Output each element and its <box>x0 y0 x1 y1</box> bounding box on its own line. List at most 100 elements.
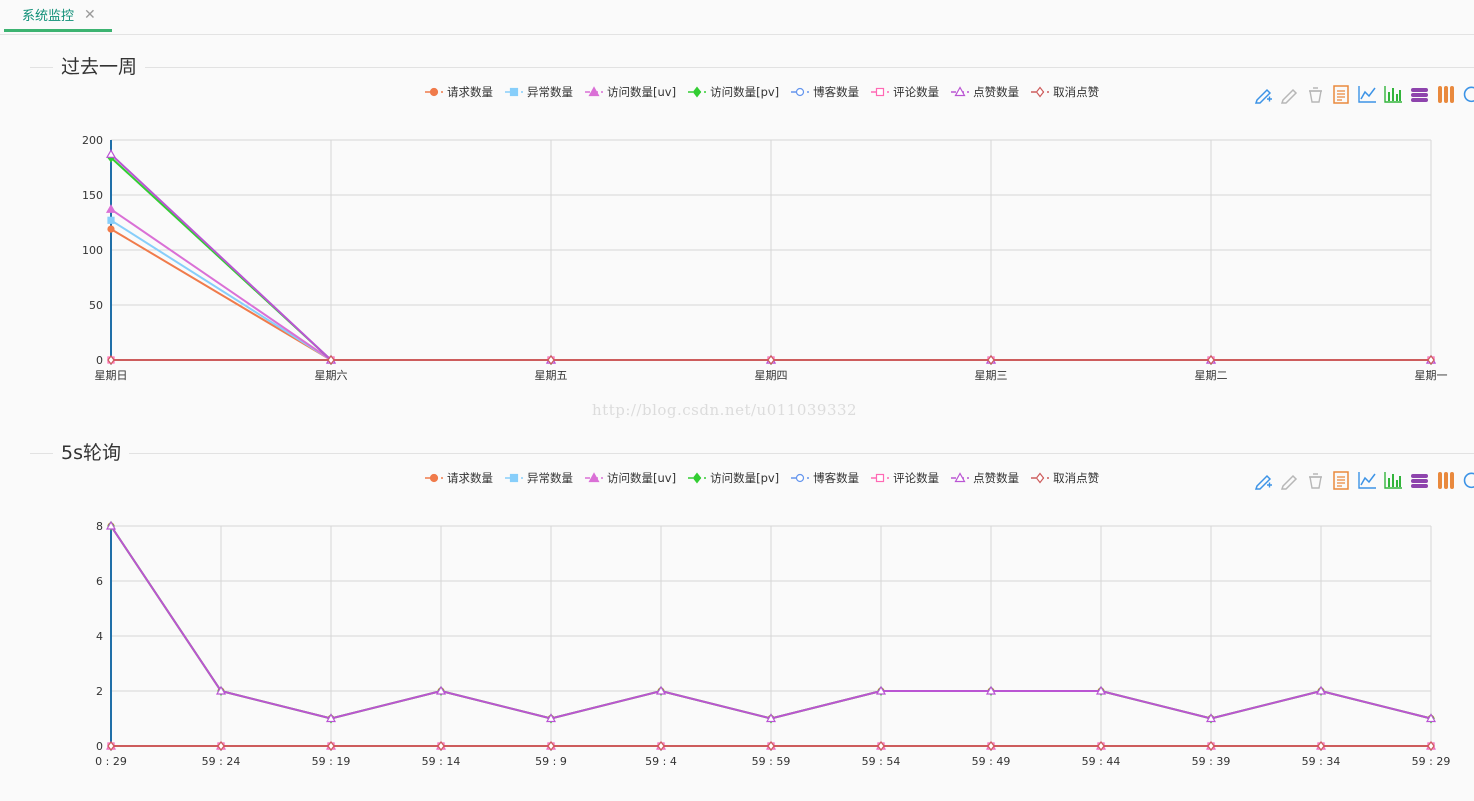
legend-label: 访问数量[pv] <box>710 85 780 99</box>
legend-item[interactable]: 取消点赞 <box>1031 84 1099 100</box>
watermark-text: http://blog.csdn.net/u011039332 <box>592 401 858 419</box>
line-chart-icon[interactable] <box>1357 84 1377 104</box>
section-divider <box>30 453 1474 454</box>
legend-label: 博客数量 <box>813 85 860 99</box>
stack-icon[interactable] <box>1409 470 1429 490</box>
restore-icon[interactable] <box>1461 84 1474 104</box>
legend-item[interactable]: 评论数量 <box>871 470 939 486</box>
legend-label: 访问数量[uv] <box>607 85 677 99</box>
y-tick-label: 100 <box>82 244 103 257</box>
legend-marker <box>425 87 443 97</box>
legend-marker <box>585 86 603 97</box>
bar-chart-icon[interactable] <box>1383 84 1403 104</box>
legend-item[interactable]: 点赞数量 <box>951 470 1019 486</box>
legend-item[interactable]: 异常数量 <box>505 470 573 486</box>
legend-marker <box>688 86 707 98</box>
legend-marker <box>585 472 603 483</box>
chart-toolbox <box>1253 84 1474 104</box>
x-tick-label: 星期日 <box>95 369 128 382</box>
legend-item[interactable]: 访问数量[uv] <box>585 84 676 100</box>
legend-label: 异常数量 <box>527 85 573 99</box>
data-view-icon[interactable] <box>1331 84 1351 104</box>
x-tick-label: 59 : 24 <box>202 755 241 768</box>
x-tick-label: 59 : 14 <box>422 755 461 768</box>
tiled-icon[interactable] <box>1435 84 1455 104</box>
section-divider <box>30 67 1474 68</box>
legend-item[interactable]: 博客数量 <box>791 470 859 486</box>
data-point <box>107 216 115 224</box>
chart-toolbox <box>1253 470 1474 490</box>
data-point <box>107 225 115 233</box>
legend-item[interactable]: 评论数量 <box>871 84 939 100</box>
mark-undo-icon[interactable] <box>1279 470 1299 490</box>
legend-marker <box>951 472 970 483</box>
legend-marker <box>425 473 443 483</box>
y-tick-label: 150 <box>82 189 103 202</box>
close-icon[interactable]: ✕ <box>84 8 96 22</box>
legend-item[interactable]: 访问数量[uv] <box>585 470 676 486</box>
x-tick-label: 59 : 19 <box>312 755 351 768</box>
y-tick-label: 4 <box>96 630 103 643</box>
chart-grid <box>110 139 1432 361</box>
legend-marker <box>505 473 523 483</box>
tab-system-monitor[interactable]: 系统监控 ✕ <box>4 0 112 32</box>
mark-clear-icon[interactable] <box>1305 470 1325 490</box>
data-point <box>105 149 117 158</box>
legend-item[interactable]: 访问数量[pv] <box>688 84 779 100</box>
mark-pen-icon[interactable] <box>1253 470 1273 490</box>
legend-marker <box>791 87 810 97</box>
legend-label: 评论数量 <box>893 85 940 99</box>
legend-marker <box>871 87 890 97</box>
legend-marker <box>871 473 890 483</box>
legend-item[interactable]: 博客数量 <box>791 84 859 100</box>
x-tick-label: 59 : 9 <box>535 755 567 768</box>
mark-pen-icon[interactable] <box>1253 84 1273 104</box>
legend-item[interactable]: 请求数量 <box>425 84 493 100</box>
legend-label: 请求数量 <box>447 85 493 99</box>
legend-label: 异常数量 <box>527 471 573 485</box>
legend-label: 博客数量 <box>813 471 860 485</box>
stack-icon[interactable] <box>1409 84 1429 104</box>
section-title: 过去一周 <box>53 55 146 79</box>
data-point <box>105 204 117 213</box>
x-tick-label: 59 : 59 <box>752 755 791 768</box>
line-chart-week: 0 50 100 150 200 星期日 星期六 星期五 星期四 星期三 星期二 星期一 <box>82 134 1448 382</box>
legend-marker <box>1031 472 1050 484</box>
legend-item[interactable]: 点赞数量 <box>951 84 1019 100</box>
x-tick-label: 星期三 <box>975 369 1008 382</box>
bar-chart-icon[interactable] <box>1383 470 1403 490</box>
y-tick-label: 50 <box>89 299 103 312</box>
line-chart-icon[interactable] <box>1357 470 1377 490</box>
x-tick-label: 59 : 44 <box>1082 755 1121 768</box>
legend-label: 点赞数量 <box>973 85 1020 99</box>
mark-undo-icon[interactable] <box>1279 84 1299 104</box>
legend-item[interactable]: 请求数量 <box>425 470 493 486</box>
legend-label: 访问数量[pv] <box>710 471 780 485</box>
legend-label: 访问数量[uv] <box>607 471 677 485</box>
x-tick-label: 59 : 49 <box>972 755 1011 768</box>
tab-label: 系统监控 <box>22 9 75 24</box>
y-tick-label: 0 <box>96 740 103 753</box>
data-view-icon[interactable] <box>1331 470 1351 490</box>
restore-icon[interactable] <box>1461 470 1474 490</box>
mark-clear-icon[interactable] <box>1305 84 1325 104</box>
legend-item[interactable]: 访问数量[pv] <box>688 470 779 486</box>
series-取消点赞 <box>107 355 1435 365</box>
x-tick-label: 59 : 39 <box>1192 755 1231 768</box>
tiled-icon[interactable] <box>1435 470 1455 490</box>
y-tick-label: 200 <box>82 134 103 147</box>
legend-marker <box>505 87 523 97</box>
x-tick-label: 星期六 <box>315 369 348 382</box>
x-tick-label: 59 : 29 <box>1412 755 1451 768</box>
section-title: 5s轮询 <box>53 441 129 465</box>
legend-label: 取消点赞 <box>1053 471 1100 485</box>
legend-label: 点赞数量 <box>973 471 1020 485</box>
x-tick-label: 星期五 <box>535 369 568 382</box>
legend-item[interactable]: 取消点赞 <box>1031 470 1099 486</box>
legend-item[interactable]: 异常数量 <box>505 84 573 100</box>
x-tick-label: 59 : 4 <box>645 755 677 768</box>
x-tick-label: 59 : 54 <box>862 755 901 768</box>
y-tick-label: 8 <box>96 520 103 533</box>
legend-label: 请求数量 <box>447 471 493 485</box>
line-chart-polling: 0 2 4 6 8 0 : 29 59 : 24 59 : 19 59 : 14 59 : 9 59… <box>95 520 1451 768</box>
